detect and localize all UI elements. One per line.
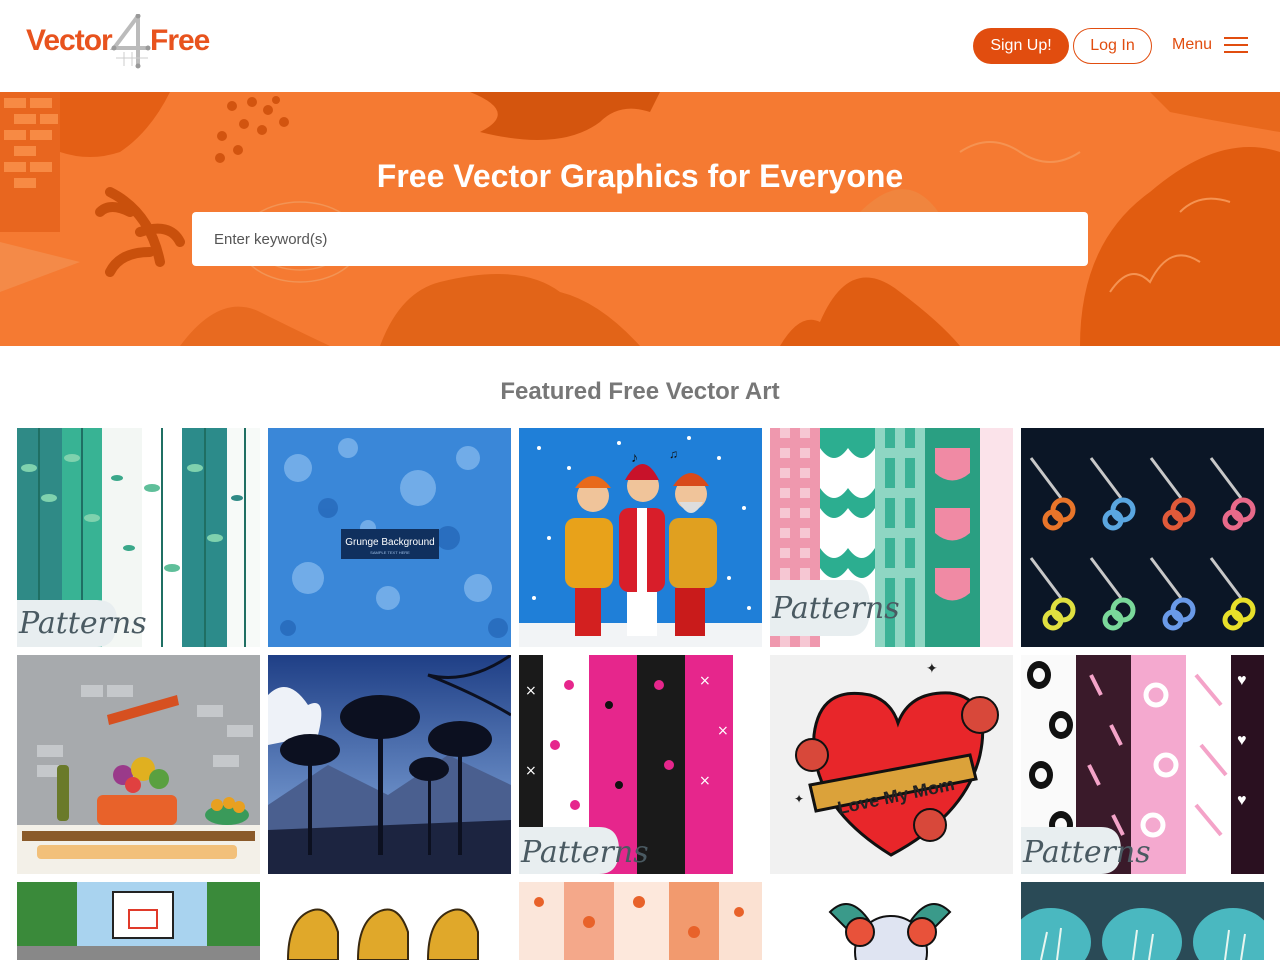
thumbnail-floral-patterns[interactable]	[519, 882, 762, 960]
thumbnail-leaf-patterns[interactable]: Patterns	[17, 428, 260, 647]
gingham-patterns-image: Patterns	[770, 428, 1013, 647]
logo-text-left: Vector	[26, 24, 113, 57]
site-logo[interactable]: Vector Free	[26, 14, 226, 70]
love-my-mom-image: Love My Mom ✦✦	[770, 655, 1013, 874]
menu-label: Menu	[1172, 36, 1213, 53]
thumbnail-hearts-patterns[interactable]: × × × × × Patterns	[519, 655, 762, 874]
thumbnail-grunge-background[interactable]: Grunge Background SAMPLE TEXT HERE	[268, 428, 511, 647]
grunge-sublabel: SAMPLE TEXT HERE	[370, 550, 410, 555]
cooking-pot-image	[17, 655, 260, 874]
thumbnail-basketball-court[interactable]	[17, 882, 260, 960]
svg-text:×: ×	[699, 673, 711, 689]
thumbnail-cooking-pot[interactable]	[17, 655, 260, 874]
svg-text:♥: ♥	[1237, 672, 1247, 689]
patterns-badge: Patterns	[771, 591, 900, 626]
thumbnail-winter-singers[interactable]: ♪ ♫	[519, 428, 762, 647]
thumbnail-abstract-patterns[interactable]: ♥ ♥ ♥ Patterns	[1021, 655, 1264, 874]
floral-patterns-image	[519, 882, 762, 960]
svg-text:✦: ✦	[794, 792, 804, 806]
patterns-badge: Patterns	[18, 606, 147, 641]
svg-text:♥: ♥	[1237, 732, 1247, 749]
logo-text-right: Free	[150, 24, 210, 57]
patterns-badge: Patterns	[1022, 835, 1151, 870]
griffins-image	[268, 882, 511, 960]
scissors-image	[1021, 428, 1264, 647]
thumbnail-grass-domes[interactable]	[1021, 882, 1264, 960]
thumbnail-scissors[interactable]	[1021, 428, 1264, 647]
svg-text:♥: ♥	[1237, 792, 1247, 809]
svg-text:♫: ♫	[669, 447, 678, 461]
grass-domes-image	[1021, 882, 1264, 960]
svg-text:×: ×	[525, 683, 537, 699]
rose-tattoo-image	[770, 882, 1013, 960]
menu-button[interactable]: Menu	[1172, 32, 1249, 58]
hero-banner: Free Vector Graphics for Everyone	[0, 92, 1280, 346]
abstract-patterns-image: ♥ ♥ ♥ Patterns	[1021, 655, 1264, 874]
forest-silhouette-image	[268, 655, 511, 874]
hamburger-menu-icon	[1224, 36, 1249, 54]
hero-title: Free Vector Graphics for Everyone	[376, 158, 904, 194]
grunge-background-image: Grunge Background SAMPLE TEXT HERE	[268, 428, 511, 647]
basketball-court-image	[17, 882, 260, 960]
search-input[interactable]	[192, 212, 1088, 266]
sign-up-button[interactable]: Sign Up!	[973, 28, 1069, 64]
svg-text:×: ×	[699, 773, 711, 789]
grunge-label: Grunge Background	[345, 537, 435, 548]
thumbnail-gingham-patterns[interactable]: Patterns	[770, 428, 1013, 647]
thumbnail-rose-tattoo[interactable]	[770, 882, 1013, 960]
svg-text:✦: ✦	[926, 660, 938, 676]
log-in-button[interactable]: Log In	[1073, 28, 1152, 64]
thumbnail-forest-silhouette[interactable]	[268, 655, 511, 874]
patterns-badge: Patterns	[520, 835, 649, 870]
svg-text:×: ×	[525, 763, 537, 779]
thumbnail-love-my-mom[interactable]: Love My Mom ✦ ✦	[770, 655, 1013, 874]
leaf-patterns-image: Patterns	[17, 428, 260, 647]
featured-section-title: Featured Free Vector Art	[500, 378, 780, 405]
logo-four-icon	[110, 14, 151, 69]
winter-singers-image: ♪ ♫	[519, 428, 762, 647]
svg-text:♪: ♪	[631, 449, 638, 465]
hearts-patterns-image: × × × × × Patterns	[519, 655, 762, 874]
svg-text:×: ×	[717, 723, 729, 739]
thumbnail-griffins[interactable]	[268, 882, 511, 960]
site-header: Vector Free Sign Up! Log In Menu	[0, 0, 1280, 92]
